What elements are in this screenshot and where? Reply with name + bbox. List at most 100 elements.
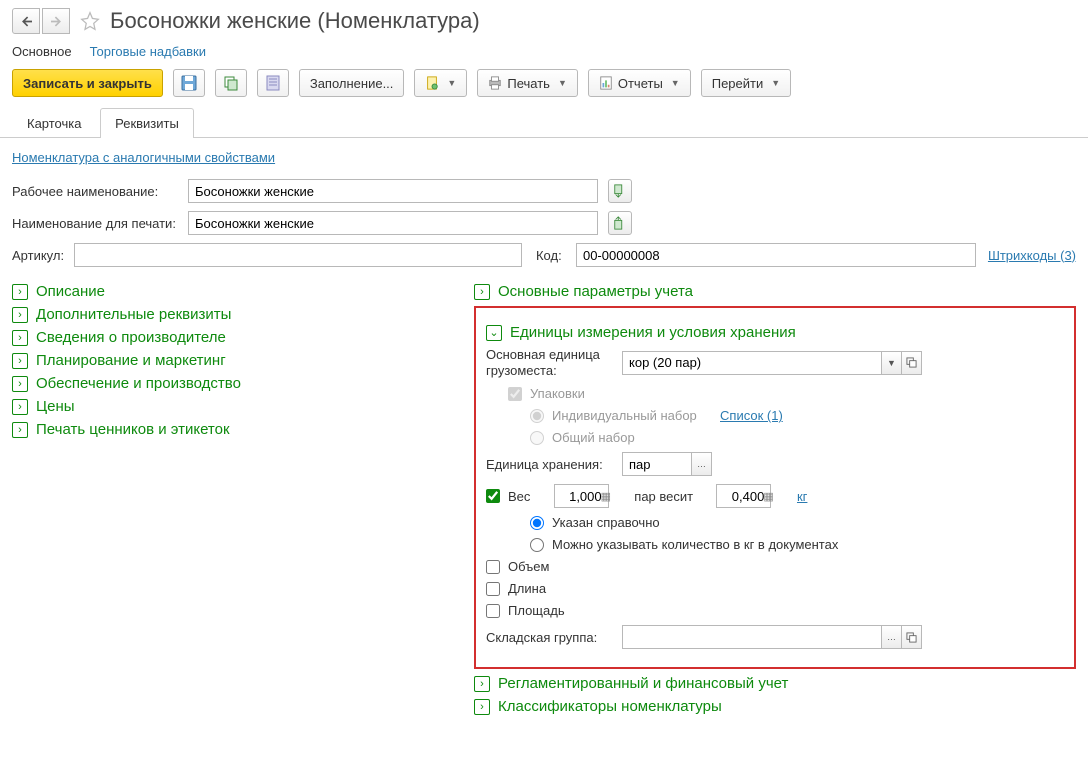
section-classifiers[interactable]: ›Классификаторы номенклатуры [474, 698, 1076, 715]
fill-button[interactable]: Заполнение... [299, 69, 405, 97]
storage-unit-select-button[interactable]: … [692, 452, 712, 476]
length-label: Длина [508, 581, 546, 596]
copy-up-icon [613, 216, 627, 230]
tab-trade-markup[interactable]: Торговые надбавки [90, 44, 206, 59]
common-set-radio [530, 431, 544, 445]
code-label: Код: [536, 248, 570, 263]
nav-forward-button[interactable] [42, 8, 70, 34]
dropdown-arrow-icon: ▼ [447, 78, 456, 88]
file-attach-button[interactable]: ▼ [414, 69, 467, 97]
copy-button[interactable] [215, 69, 247, 97]
expand-icon: › [12, 330, 28, 346]
print-name-label: Наименование для печати: [12, 216, 182, 231]
dropdown-arrow-icon: ▼ [771, 78, 780, 88]
expand-icon: › [12, 284, 28, 300]
storage-unit-input[interactable] [622, 452, 692, 476]
volume-checkbox[interactable] [486, 560, 500, 574]
section-regulated[interactable]: ›Регламентированный и финансовый учет [474, 675, 1076, 692]
article-input[interactable] [74, 243, 522, 267]
barcodes-link[interactable]: Штрихкоды (3) [988, 248, 1076, 263]
section-supply-production[interactable]: ›Обеспечение и производство [12, 375, 462, 392]
weight-docs-radio[interactable] [530, 538, 544, 552]
section-price-tags[interactable]: ›Печать ценников и этикеток [12, 421, 462, 438]
open-icon [906, 632, 917, 643]
save-button[interactable] [173, 69, 205, 97]
length-checkbox[interactable] [486, 582, 500, 596]
section-additional-requisites[interactable]: ›Дополнительные реквизиты [12, 306, 462, 323]
weight-label: Вес [508, 489, 530, 504]
list-button[interactable] [257, 69, 289, 97]
weight-mid-label: пар весит [634, 489, 693, 504]
file-icon [425, 76, 439, 90]
weight-reference-label: Указан справочно [552, 515, 660, 530]
page-title: Босоножки женские (Номенклатура) [110, 8, 480, 34]
list-icon [265, 75, 281, 91]
storage-unit-label: Единица хранения: [486, 457, 616, 472]
common-set-label: Общий набор [552, 430, 635, 445]
wh-group-label: Складская группа: [486, 630, 616, 645]
dropdown-arrow-icon: ▼ [558, 78, 567, 88]
print-name-input[interactable] [188, 211, 598, 235]
wh-group-input[interactable] [622, 625, 882, 649]
expand-icon: › [12, 307, 28, 323]
work-name-label: Рабочее наименование: [12, 184, 182, 199]
reports-button[interactable]: Отчеты ▼ [588, 69, 691, 97]
collapse-icon: ⌄ [486, 325, 502, 341]
goto-button[interactable]: Перейти ▼ [701, 69, 791, 97]
arrow-left-icon [21, 16, 32, 27]
expand-icon: › [12, 376, 28, 392]
dropdown-arrow-icon: ▼ [671, 78, 680, 88]
individual-set-radio [530, 409, 544, 423]
weight-docs-label: Можно указывать количество в кг в докуме… [552, 537, 838, 552]
volume-label: Объем [508, 559, 549, 574]
nav-back-button[interactable] [12, 8, 40, 34]
copy-icon [223, 75, 239, 91]
expand-icon: › [474, 676, 490, 692]
kg-link[interactable]: кг [797, 489, 807, 504]
print-name-copy-button[interactable] [608, 211, 632, 235]
weight-reference-radio[interactable] [530, 516, 544, 530]
favorite-star-icon[interactable] [80, 11, 100, 31]
work-name-copy-button[interactable] [608, 179, 632, 203]
section-planning-marketing[interactable]: ›Планирование и маркетинг [12, 352, 462, 369]
base-unit-open-button[interactable] [902, 351, 922, 375]
work-name-input[interactable] [188, 179, 598, 203]
save-close-button[interactable]: Записать и закрыть [12, 69, 163, 97]
section-description[interactable]: ›Описание [12, 283, 462, 300]
expand-icon: › [12, 422, 28, 438]
similar-items-link[interactable]: Номенклатура с аналогичными свойствами [12, 150, 275, 165]
section-manufacturer[interactable]: ›Сведения о производителе [12, 329, 462, 346]
open-icon [906, 357, 917, 368]
units-storage-panel: ⌄Единицы измерения и условия хранения Ос… [474, 306, 1076, 669]
tab-main[interactable]: Основное [12, 44, 72, 59]
weight-checkbox[interactable] [486, 489, 500, 503]
section-units-storage[interactable]: ⌄Единицы измерения и условия хранения [486, 324, 1064, 341]
print-icon [488, 76, 502, 90]
article-label: Артикул: [12, 248, 68, 263]
area-checkbox[interactable] [486, 604, 500, 618]
base-unit-dropdown-button[interactable]: ▼ [882, 351, 902, 375]
report-icon [599, 76, 613, 90]
individual-set-label: Индивидуальный набор [552, 408, 697, 423]
copy-down-icon [613, 184, 627, 198]
base-unit-input[interactable] [622, 351, 882, 375]
expand-icon: › [12, 353, 28, 369]
arrow-right-icon [51, 16, 62, 27]
packs-checkbox [508, 387, 522, 401]
section-prices[interactable]: ›Цены [12, 398, 462, 415]
code-input[interactable] [576, 243, 976, 267]
section-main-params[interactable]: ›Основные параметры учета [474, 283, 1076, 300]
subtab-requisites[interactable]: Реквизиты [100, 108, 194, 138]
packs-label: Упаковки [530, 386, 585, 401]
set-list-link[interactable]: Список (1) [720, 408, 783, 423]
wh-group-select-button[interactable]: … [882, 625, 902, 649]
base-unit-label: Основная единица грузоместа: [486, 347, 616, 378]
floppy-icon [181, 75, 197, 91]
expand-icon: › [12, 399, 28, 415]
print-button[interactable]: Печать ▼ [477, 69, 578, 97]
area-label: Площадь [508, 603, 565, 618]
subtab-card[interactable]: Карточка [12, 108, 96, 138]
expand-icon: › [474, 284, 490, 300]
wh-group-open-button[interactable] [902, 625, 922, 649]
expand-icon: › [474, 699, 490, 715]
